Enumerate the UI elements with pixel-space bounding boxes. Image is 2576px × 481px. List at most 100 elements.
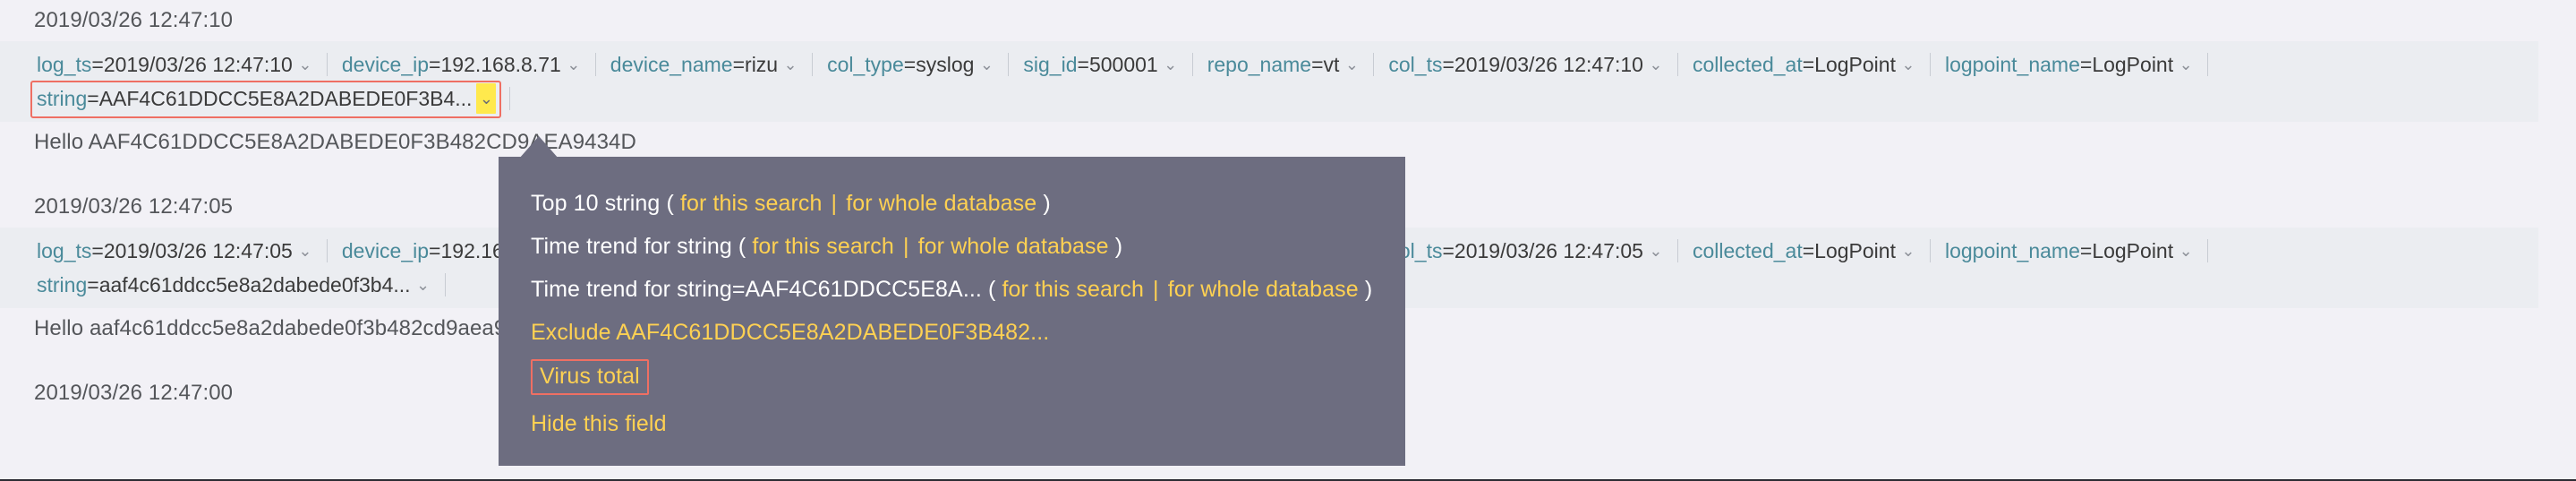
menu-link-for-this-search[interactable]: for this search bbox=[1002, 277, 1144, 302]
field-separator bbox=[509, 86, 511, 110]
field-key: collected_at bbox=[1692, 239, 1803, 262]
field-band: log_ts=2019/03/26 12:47:10 ⌄ device_ip=192… bbox=[0, 41, 2538, 122]
field-equals: = bbox=[91, 239, 104, 262]
log-entry: 2019/03/26 12:47:10 log_ts=2019/03/26 12… bbox=[0, 0, 2576, 163]
menu-item-virus-total[interactable]: Virus total bbox=[531, 359, 649, 395]
menu-item-time-trend-for-string[interactable]: Time trend for string ( for this search … bbox=[531, 225, 1405, 268]
chevron-down-icon[interactable]: ⌄ bbox=[978, 49, 994, 80]
chevron-down-icon[interactable]: ⌄ bbox=[1648, 49, 1664, 80]
field-equals: = bbox=[429, 239, 441, 262]
field-separator bbox=[1191, 52, 1193, 76]
menu-link-for-this-search[interactable]: for this search bbox=[752, 234, 894, 259]
field-chip-repo_name[interactable]: repo_name=vt⌄ bbox=[1201, 47, 1366, 84]
field-row: string=AAF4C61DDCC5E8A2DABEDE0F3B4... ⌄ bbox=[0, 81, 2538, 118]
menu-item-top-10-string[interactable]: Top 10 string ( for this search | for wh… bbox=[531, 182, 1405, 225]
field-chip-device_name[interactable]: device_name=rizu⌄ bbox=[604, 47, 804, 84]
field-chip-string[interactable]: string=aaf4c61ddcc5e8a2dabede0f3b4... ⌄ bbox=[30, 267, 437, 305]
field-chip-collected_at[interactable]: collected_at=LogPoint ⌄ bbox=[1686, 233, 1922, 271]
field-separator bbox=[594, 52, 596, 76]
field-key: device_ip bbox=[341, 239, 430, 262]
popup-arrow bbox=[519, 136, 559, 159]
field-chip-log_ts[interactable]: log_ts=2019/03/26 12:47:05 ⌄ bbox=[30, 233, 319, 271]
chevron-down-icon[interactable]: ⌄ bbox=[1343, 49, 1360, 80]
menu-open-paren: ( bbox=[666, 191, 674, 216]
field-value: LogPoint bbox=[1814, 239, 1896, 262]
menu-pipe: | bbox=[831, 191, 838, 216]
chevron-down-icon[interactable]: ⌄ bbox=[1163, 49, 1179, 80]
chevron-down-icon[interactable]: ⌄ bbox=[2178, 49, 2194, 80]
menu-link-for-whole-database[interactable]: for whole database bbox=[918, 234, 1109, 259]
field-key: string bbox=[37, 273, 88, 296]
field-key: col_type bbox=[827, 53, 904, 76]
field-equals: = bbox=[1311, 53, 1324, 76]
menu-link-for-whole-database[interactable]: for whole database bbox=[846, 191, 1036, 216]
field-chip-device_ip[interactable]: device_ip=192.168.8.71⌄ bbox=[336, 47, 587, 84]
field-key: col_ts bbox=[1388, 53, 1443, 76]
menu-open-paren: ( bbox=[988, 277, 996, 302]
menu-item-prefix: Time trend for string=AAF4C61DDCC5E8A... bbox=[531, 277, 982, 302]
chevron-down-icon[interactable]: ⌄ bbox=[1648, 236, 1664, 266]
menu-close-paren: ) bbox=[1043, 191, 1051, 216]
field-separator bbox=[2207, 238, 2209, 262]
field-equals: = bbox=[903, 53, 917, 76]
menu-item-time-trend-for-string-value[interactable]: Time trend for string=AAF4C61DDCC5E8A...… bbox=[531, 268, 1405, 311]
chevron-down-icon[interactable]: ⌄ bbox=[415, 270, 431, 300]
field-equals: = bbox=[87, 87, 99, 110]
field-equals: = bbox=[1442, 53, 1454, 76]
menu-item-hide-this-field[interactable]: Hide this field bbox=[531, 402, 1405, 445]
menu-item-exclude-value[interactable]: Exclude AAF4C61DDCC5E8A2DABEDE0F3B482... bbox=[531, 311, 1405, 354]
field-chip-col_ts[interactable]: col_ts=2019/03/26 12:47:05 ⌄ bbox=[1382, 233, 1669, 271]
field-value: 2019/03/26 12:47:05 bbox=[1454, 239, 1643, 262]
chevron-down-icon[interactable]: ⌄ bbox=[297, 236, 313, 266]
field-chip-col_type[interactable]: col_type=syslog⌄ bbox=[821, 47, 1000, 84]
menu-link-for-whole-database[interactable]: for whole database bbox=[1168, 277, 1359, 302]
field-separator bbox=[1676, 238, 1678, 262]
field-chip-logpoint_name[interactable]: logpoint_name=LogPoint ⌄ bbox=[1939, 47, 2199, 84]
field-key: repo_name bbox=[1207, 53, 1312, 76]
field-equals: = bbox=[1802, 239, 1815, 262]
field-chip-sig_id[interactable]: sig_id=500001⌄ bbox=[1017, 47, 1183, 84]
field-separator bbox=[1929, 52, 1931, 76]
field-equals: = bbox=[1802, 53, 1815, 76]
field-separator bbox=[1008, 52, 1010, 76]
field-chip-string-selected[interactable]: string=AAF4C61DDCC5E8A2DABEDE0F3B4... ⌄ bbox=[30, 81, 502, 118]
field-value: syslog bbox=[916, 53, 975, 76]
chevron-down-icon[interactable]: ⌄ bbox=[2178, 236, 2194, 266]
chevron-down-icon[interactable]: ⌄ bbox=[297, 49, 313, 80]
field-equals: = bbox=[2079, 239, 2093, 262]
menu-close-paren: ) bbox=[1114, 234, 1123, 259]
field-value: rizu bbox=[745, 53, 779, 76]
field-value: 500001 bbox=[1088, 53, 1158, 76]
field-separator bbox=[2207, 52, 2209, 76]
field-value: aaf4c61ddcc5e8a2dabede0f3b4... bbox=[98, 273, 411, 296]
chevron-down-icon[interactable]: ⌄ bbox=[1900, 236, 1916, 266]
chevron-down-icon[interactable]: ⌄ bbox=[782, 49, 798, 80]
menu-pipe: | bbox=[1153, 277, 1159, 302]
context-menu-items: Top 10 string ( for this search | for wh… bbox=[499, 157, 1405, 445]
field-equals: = bbox=[1077, 53, 1089, 76]
field-value: AAF4C61DDCC5E8A2DABEDE0F3B4... bbox=[98, 87, 473, 110]
field-chip-col_ts[interactable]: col_ts=2019/03/26 12:47:10 ⌄ bbox=[1382, 47, 1669, 84]
menu-pipe: | bbox=[902, 234, 909, 259]
field-chip-logpoint_name[interactable]: logpoint_name=LogPoint ⌄ bbox=[1939, 233, 2199, 271]
field-chip-collected_at[interactable]: collected_at=LogPoint ⌄ bbox=[1686, 47, 1922, 84]
field-equals: = bbox=[2079, 53, 2093, 76]
field-value: 2019/03/26 12:47:05 bbox=[103, 239, 293, 262]
field-separator bbox=[1676, 52, 1678, 76]
chevron-down-icon[interactable]: ⌄ bbox=[566, 49, 582, 80]
field-separator bbox=[444, 272, 446, 296]
field-key: logpoint_name bbox=[1944, 53, 2080, 76]
field-key: logpoint_name bbox=[1944, 239, 2080, 262]
chevron-down-icon[interactable]: ⌄ bbox=[476, 82, 497, 114]
menu-item-virus-total-wrap: Virus total bbox=[531, 354, 1405, 400]
field-value: 2019/03/26 12:47:10 bbox=[1454, 53, 1643, 76]
field-chip-log_ts[interactable]: log_ts=2019/03/26 12:47:10 ⌄ bbox=[30, 47, 319, 84]
chevron-down-icon[interactable]: ⌄ bbox=[1900, 49, 1916, 80]
field-separator bbox=[326, 238, 328, 262]
field-key: device_ip bbox=[341, 53, 430, 76]
field-separator bbox=[1373, 52, 1375, 76]
field-row: log_ts=2019/03/26 12:47:10 ⌄ device_ip=192… bbox=[0, 47, 2538, 81]
menu-link-for-this-search[interactable]: for this search bbox=[680, 191, 823, 216]
field-value: vt bbox=[1323, 53, 1340, 76]
field-value: LogPoint bbox=[1814, 53, 1896, 76]
